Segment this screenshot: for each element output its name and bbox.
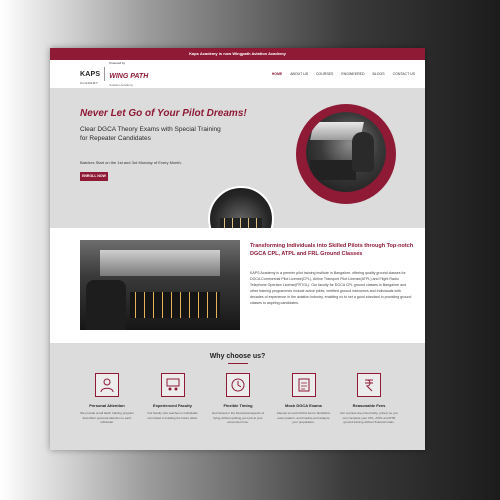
about-text: KAPS Academy is a premier pilot training… xyxy=(250,271,412,305)
feature-mock-exams: Mock DGCA Exams Attempt a mock DGCA test… xyxy=(275,373,333,425)
nav-courses[interactable]: COURSES xyxy=(316,72,333,76)
reasonable-fees-icon xyxy=(357,373,381,397)
about-section: Transforming Individuals into Skilled Pi… xyxy=(50,228,425,343)
announcement-bar: Kaps Academy is now Wingpath Aviation Ac… xyxy=(50,48,425,60)
hero-section: Never Let Go of Your Pilot Dreams! Clear… xyxy=(50,88,425,228)
simulator-photo xyxy=(80,240,240,330)
pilot-photo xyxy=(306,112,386,192)
instrument-panel xyxy=(310,160,356,180)
feature-text: Attempt a mock DGCA test to familiarize … xyxy=(276,411,331,425)
simulator-dashboard xyxy=(130,292,220,318)
personal-attention-icon xyxy=(95,373,119,397)
simulator-windscreen xyxy=(100,250,220,276)
feature-title: Experienced Faculty xyxy=(153,403,192,408)
pilot-seat xyxy=(86,280,126,330)
feature-text: We provide small batch training program … xyxy=(80,411,134,425)
nav-blogs[interactable]: BLOGS xyxy=(373,72,385,76)
kaps-logo-text: KAPS xyxy=(80,71,101,78)
experienced-faculty-icon xyxy=(160,373,185,397)
cockpit-photo xyxy=(208,186,274,228)
wingpath-logo: Powered by WING PATH Aviation Academy xyxy=(109,61,148,87)
why-choose-us-section: Why choose us? Personal Attention We pro… xyxy=(50,343,425,450)
feature-experienced-faculty: Experienced Faculty Our faculty who teac… xyxy=(144,373,202,425)
nav-about[interactable]: ABOUT US xyxy=(290,72,308,76)
feature-personal-attention: Personal Attention We provide small batc… xyxy=(78,373,136,425)
nav-home[interactable]: HOME xyxy=(272,72,283,76)
logo[interactable]: KAPS ACADEMY Powered by WING PATH Aviati… xyxy=(80,61,148,87)
powered-by-text: Powered by xyxy=(109,61,126,65)
wingpath-logo-sub: Aviation Academy xyxy=(109,83,134,87)
feature-title: Reasonable Fees xyxy=(352,403,386,408)
batch-note: Batches Start on the 1st and 3rd Monday … xyxy=(80,160,182,165)
website-page: Kaps Academy is now Wingpath Aviation Ac… xyxy=(50,48,425,450)
main-menu: HOME ABOUT US COURSES ENGINEERED BLOGS C… xyxy=(272,72,415,76)
nav-contact[interactable]: CONTACT US xyxy=(393,72,415,76)
kaps-logo: KAPS ACADEMY xyxy=(80,63,100,85)
flexible-timing-icon xyxy=(226,373,250,397)
why-title: Why choose us? xyxy=(209,353,266,360)
mock-exams-icon xyxy=(291,373,316,397)
features-list: Personal Attention We provide small batc… xyxy=(78,373,398,425)
navbar: KAPS ACADEMY Powered by WING PATH Aviati… xyxy=(50,60,425,88)
enroll-now-button[interactable]: ENROLL NOW xyxy=(80,172,108,181)
kaps-logo-sub: ACADEMY xyxy=(80,81,99,85)
feature-flexible-timing: Flexible Timing Get trained in the theor… xyxy=(209,373,267,425)
feature-title: Flexible Timing xyxy=(223,403,253,408)
wingpath-logo-text: WING PATH xyxy=(109,73,149,80)
feature-title: Mock DGCA Exams xyxy=(285,403,322,408)
pilot-figure xyxy=(352,132,374,172)
feature-text: Get trained in the theoretical aspects o… xyxy=(211,411,265,425)
hero-title: Never Let Go of Your Pilot Dreams! xyxy=(80,108,247,119)
why-title-underline xyxy=(228,363,248,364)
hero-subtitle: Clear DGCA Theory Exams with Special Tra… xyxy=(80,126,221,142)
cockpit-dashboard xyxy=(220,218,262,228)
nav-engineered[interactable]: ENGINEERED xyxy=(341,72,364,76)
about-heading: Transforming Individuals into Skilled Pi… xyxy=(250,243,414,257)
feature-title: Personal Attention xyxy=(89,403,125,408)
logo-divider xyxy=(104,67,106,81)
feature-text: Our faculty who teaches in individuals c… xyxy=(147,411,198,420)
feature-reasonable-fees: Reasonable Fees Our courses are priced f… xyxy=(340,373,398,425)
feature-text: Our courses are priced fairly, priced, s… xyxy=(340,411,398,425)
